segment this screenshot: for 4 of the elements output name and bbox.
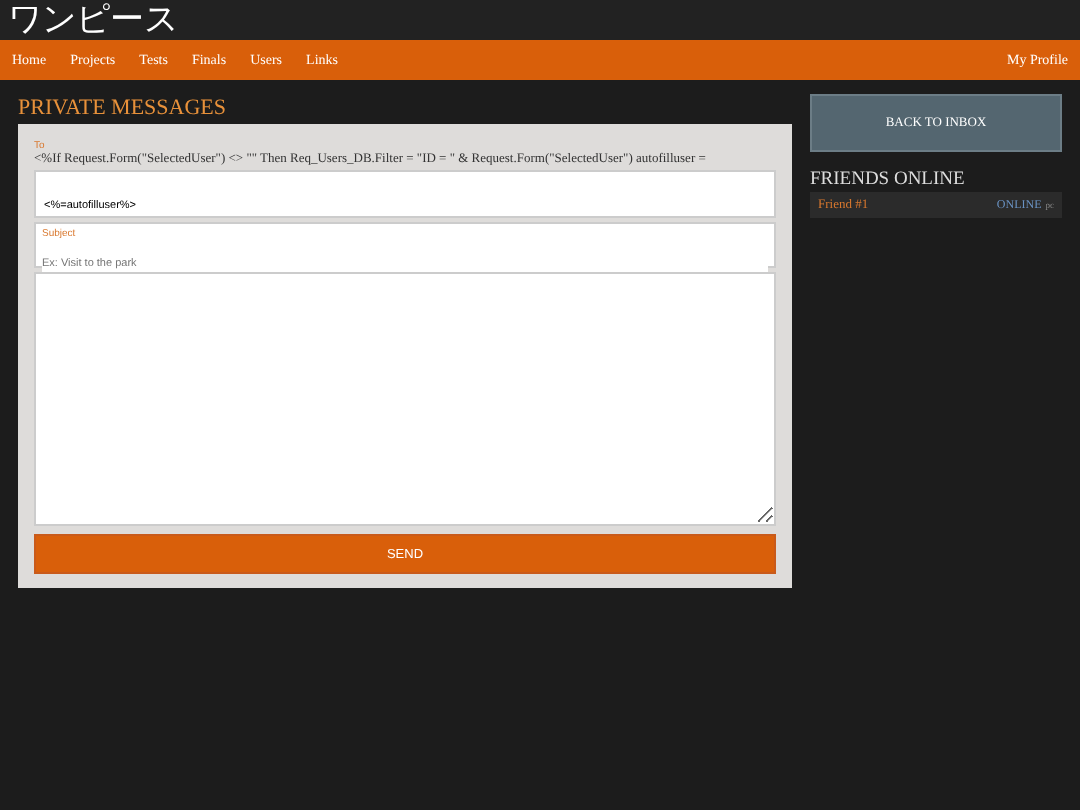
friends-heading: FRIENDS ONLINE — [810, 170, 967, 190]
site-title: ワンピース — [8, 0, 178, 40]
page-heading: PRIVATE MESSAGES — [18, 96, 229, 120]
message-textarea[interactable] — [34, 272, 776, 526]
